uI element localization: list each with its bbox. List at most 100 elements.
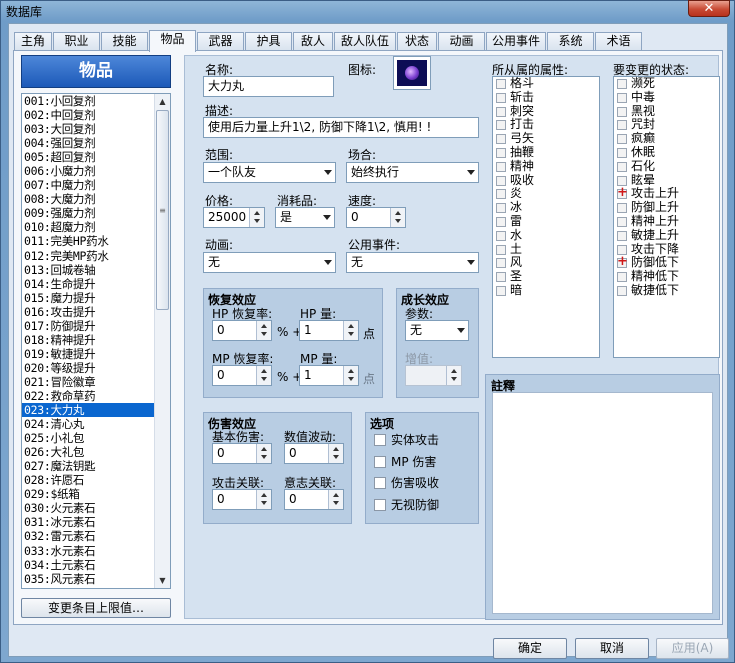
icon-picker[interactable]: [393, 56, 431, 90]
list-item[interactable]: 015:魔力提升: [22, 291, 170, 305]
checklist-item[interactable]: 敏捷上升: [614, 228, 719, 243]
checklist-item[interactable]: 炎: [493, 186, 599, 201]
checkbox[interactable]: [496, 272, 506, 283]
checkbox[interactable]: [617, 272, 627, 283]
checklist-item[interactable]: 防御低下: [614, 255, 719, 270]
checkbox[interactable]: [617, 285, 627, 296]
list-item[interactable]: 020:等级提升: [22, 361, 170, 375]
option-checkbox[interactable]: 伤害吸收: [374, 476, 439, 490]
name-input[interactable]: 大力丸: [203, 76, 334, 97]
checklist-item[interactable]: 斩击: [493, 90, 599, 105]
checklist-item[interactable]: 黑视: [614, 104, 719, 119]
checkbox[interactable]: [496, 120, 506, 131]
spinner-arrows-icon[interactable]: [256, 321, 271, 340]
checklist-item[interactable]: 风: [493, 255, 599, 270]
checkbox[interactable]: [617, 244, 627, 255]
list-item[interactable]: 024:清心丸: [22, 417, 170, 431]
spinner-arrows-icon[interactable]: [249, 208, 264, 227]
change-max-button[interactable]: 变更条目上限值…: [21, 598, 171, 618]
list-item[interactable]: 016:攻击提升: [22, 305, 170, 319]
notes-textarea[interactable]: [492, 392, 713, 614]
list-item[interactable]: 028:许愿石: [22, 473, 170, 487]
tab-2[interactable]: 职业: [53, 32, 100, 51]
checkbox[interactable]: [496, 203, 506, 214]
spinner-arrows-icon[interactable]: [343, 366, 358, 385]
tab-11[interactable]: 公用事件: [486, 32, 546, 51]
checklist-item[interactable]: 冰: [493, 200, 599, 215]
list-item[interactable]: 022:救命草药: [22, 389, 170, 403]
list-item[interactable]: 030:火元素石: [22, 501, 170, 515]
spinner-arrows-icon[interactable]: [256, 366, 271, 385]
atk-relation-spinner[interactable]: 0: [212, 489, 272, 510]
common-event-select[interactable]: 无: [346, 252, 479, 273]
list-item[interactable]: 032:雷元素石: [22, 529, 170, 543]
elements-checklist[interactable]: 格斗 斩击 刺突 打击 弓矢 抽鞭 精神 吸收炎冰雷水土风圣暗: [492, 76, 600, 358]
tab-5[interactable]: 武器: [197, 32, 244, 51]
tab-8[interactable]: 敌人队伍: [334, 32, 396, 51]
list-item[interactable]: 003:大回复剂: [22, 122, 170, 136]
checklist-item[interactable]: 敏捷低下: [614, 283, 719, 298]
checklist-item[interactable]: 水: [493, 228, 599, 243]
list-item[interactable]: 021:冒险徽章: [22, 375, 170, 389]
option-checkbox[interactable]: 实体攻击: [374, 433, 439, 447]
checklist-item[interactable]: 精神上升: [614, 214, 719, 229]
ok-button[interactable]: 确定: [493, 638, 567, 659]
list-item[interactable]: 035:风元素石: [22, 572, 170, 586]
tab-1[interactable]: 主角: [14, 32, 52, 51]
list-item[interactable]: 031:冰元素石: [22, 515, 170, 529]
checklist-item[interactable]: 中毒: [614, 90, 719, 105]
list-item[interactable]: 025:小礼包: [22, 431, 170, 445]
checklist-item[interactable]: 雷: [493, 214, 599, 229]
checkbox[interactable]: [617, 92, 627, 103]
spinner-arrows-icon[interactable]: [390, 208, 405, 227]
list-item[interactable]: 004:强回复剂: [22, 136, 170, 150]
apply-button[interactable]: 应用(A): [656, 638, 729, 659]
checkbox[interactable]: [496, 258, 506, 269]
list-item[interactable]: 013:回城卷轴: [22, 263, 170, 277]
checklist-item[interactable]: 吸收: [493, 173, 599, 188]
spinner-arrows-icon[interactable]: [328, 490, 343, 509]
mp-rate-spinner[interactable]: 0: [212, 365, 272, 386]
list-item[interactable]: 014:生命提升: [22, 277, 170, 291]
checkbox[interactable]: [496, 92, 506, 103]
checklist-item[interactable]: 眩晕: [614, 173, 719, 188]
checkbox[interactable]: [496, 147, 506, 158]
checklist-item[interactable]: 精神低下: [614, 269, 719, 284]
list-item[interactable]: 023:大力丸: [22, 403, 170, 418]
tab-10[interactable]: 动画: [438, 32, 485, 51]
description-input[interactable]: 使用后力量上升1\2, 防御下降1\2, 慎用! !: [203, 117, 479, 138]
checklist-item[interactable]: 土: [493, 242, 599, 257]
checkbox[interactable]: [617, 203, 627, 214]
scroll-thumb[interactable]: ≡: [156, 110, 169, 310]
option-checkbox[interactable]: MP 伤害: [374, 455, 436, 469]
spinner-arrows-icon[interactable]: [446, 366, 461, 385]
list-item[interactable]: 012:完美MP药水: [22, 249, 170, 263]
checklist-item[interactable]: 格斗: [493, 76, 599, 91]
list-item[interactable]: 027:魔法钥匙: [22, 459, 170, 473]
checkbox[interactable]: [374, 455, 386, 468]
list-item[interactable]: 026:大礼包: [22, 445, 170, 459]
tab-7[interactable]: 敌人: [293, 32, 333, 51]
consumable-select[interactable]: 是: [275, 207, 335, 228]
checkbox[interactable]: [374, 477, 386, 489]
scope-select[interactable]: 一个队友: [203, 162, 336, 183]
checkbox[interactable]: [617, 216, 627, 227]
checkbox[interactable]: [617, 106, 627, 117]
spinner-arrows-icon[interactable]: [256, 444, 271, 463]
list-item[interactable]: 018:精神提升: [22, 333, 170, 347]
mdf-relation-spinner[interactable]: 0: [284, 489, 344, 510]
checkbox[interactable]: [617, 120, 627, 131]
base-damage-spinner[interactable]: 0: [212, 443, 272, 464]
checklist-item[interactable]: 防御上升: [614, 200, 719, 215]
list-item[interactable]: 011:完美HP药水: [22, 234, 170, 248]
spinner-arrows-icon[interactable]: [256, 490, 271, 509]
tab-9[interactable]: 状态: [397, 32, 437, 51]
price-spinner[interactable]: 25000: [203, 207, 265, 228]
spinner-arrows-icon[interactable]: [328, 444, 343, 463]
animation-select[interactable]: 无: [203, 252, 336, 273]
list-item[interactable]: 007:中魔力剂: [22, 178, 170, 192]
checkbox[interactable]: [496, 161, 506, 172]
tab-4[interactable]: 物品: [149, 30, 196, 52]
checkbox[interactable]: [496, 189, 506, 200]
list-item[interactable]: 006:小魔力剂: [22, 164, 170, 178]
